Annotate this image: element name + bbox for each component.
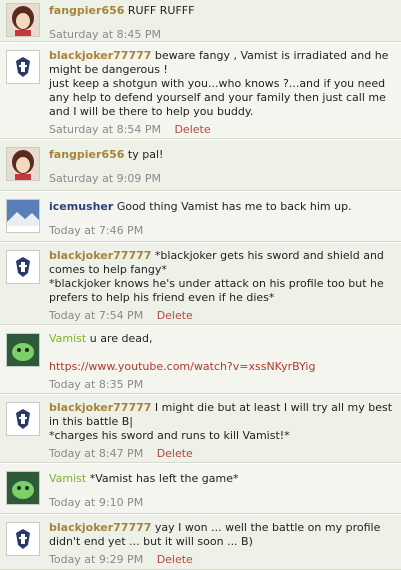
avatar[interactable] bbox=[6, 50, 40, 84]
post-meta: Today at 9:10 PM bbox=[49, 496, 395, 510]
delete-post-link[interactable]: Delete bbox=[157, 309, 193, 322]
youtube-link[interactable]: https://www.youtube.com/watch?v=xssNKyrB… bbox=[49, 360, 315, 373]
post-content: blackjoker77777 I might die but at least… bbox=[49, 401, 395, 461]
post-author[interactable]: Vamist bbox=[49, 472, 86, 485]
profile-post: icemusher Good thing Vamist has me to ba… bbox=[0, 192, 401, 242]
post-timestamp[interactable]: Today at 8:47 PM bbox=[49, 447, 143, 460]
avatar[interactable] bbox=[6, 402, 40, 436]
post-content: blackjoker77777 *blackjoker gets his swo… bbox=[49, 249, 395, 323]
post-message: just keep a shotgun with you...who knows… bbox=[49, 77, 386, 118]
crest-avatar-icon bbox=[7, 403, 39, 435]
profile-post: Vamist u are dead, https://www.youtube.c… bbox=[0, 326, 401, 394]
green-creature-avatar-icon bbox=[7, 472, 39, 504]
anime-girl-avatar-icon bbox=[7, 148, 39, 180]
profile-post: fangpier656 RUFF RUFFF Saturday at 8:45 … bbox=[0, 0, 401, 42]
crest-avatar-icon bbox=[7, 523, 39, 555]
post-author[interactable]: fangpier656 bbox=[49, 148, 124, 161]
post-message: *blackjoker knows he's under attack on h… bbox=[49, 277, 384, 304]
green-creature-avatar-icon bbox=[7, 334, 39, 366]
post-content: blackjoker77777 yay I won ... well the b… bbox=[49, 521, 395, 567]
snow-landscape-avatar-icon bbox=[7, 200, 39, 232]
post-meta: Today at 7:54 PM Delete bbox=[49, 309, 395, 323]
post-timestamp[interactable]: Today at 7:54 PM bbox=[49, 309, 143, 322]
avatar[interactable] bbox=[6, 471, 40, 505]
crest-avatar-icon bbox=[7, 51, 39, 83]
delete-post-link[interactable]: Delete bbox=[157, 553, 193, 566]
post-timestamp[interactable]: Saturday at 8:45 PM bbox=[49, 28, 161, 41]
post-meta: Today at 9:29 PM Delete bbox=[49, 553, 395, 567]
post-message: Good thing Vamist has me to back him up. bbox=[116, 200, 352, 213]
profile-post: fangpier656 ty pal! Saturday at 9:09 PM bbox=[0, 140, 401, 191]
post-timestamp[interactable]: Saturday at 9:09 PM bbox=[49, 172, 161, 185]
post-author[interactable]: blackjoker77777 bbox=[49, 521, 151, 534]
post-timestamp[interactable]: Today at 9:29 PM bbox=[49, 553, 143, 566]
post-content: fangpier656 RUFF RUFFF Saturday at 8:45 … bbox=[49, 4, 395, 42]
avatar[interactable] bbox=[6, 250, 40, 284]
post-timestamp[interactable]: Today at 8:35 PM bbox=[49, 378, 143, 391]
delete-post-link[interactable]: Delete bbox=[157, 447, 193, 460]
post-author[interactable]: fangpier656 bbox=[49, 4, 124, 17]
delete-post-link[interactable]: Delete bbox=[174, 123, 210, 136]
post-content: blackjoker77777 beware fangy , Vamist is… bbox=[49, 49, 395, 137]
avatar[interactable] bbox=[6, 199, 40, 233]
avatar[interactable] bbox=[6, 333, 40, 367]
post-author[interactable]: blackjoker77777 bbox=[49, 49, 151, 62]
post-message: *charges his sword and runs to kill Vami… bbox=[49, 429, 290, 442]
post-meta: Saturday at 8:54 PM Delete bbox=[49, 123, 395, 137]
post-message: u are dead, bbox=[89, 332, 153, 345]
profile-post: blackjoker77777 beware fangy , Vamist is… bbox=[0, 43, 401, 139]
avatar[interactable] bbox=[6, 3, 40, 37]
post-message: RUFF RUFFF bbox=[127, 4, 195, 17]
post-timestamp[interactable]: Saturday at 8:54 PM bbox=[49, 123, 161, 136]
crest-avatar-icon bbox=[7, 251, 39, 283]
post-author[interactable]: Vamist bbox=[49, 332, 86, 345]
post-meta: Saturday at 8:45 PM bbox=[49, 28, 395, 42]
post-message: ty pal! bbox=[127, 148, 164, 161]
profile-post: blackjoker77777 yay I won ... well the b… bbox=[0, 515, 401, 570]
post-author[interactable]: icemusher bbox=[49, 200, 113, 213]
post-meta: Saturday at 9:09 PM bbox=[49, 172, 395, 186]
profile-post-feed: fangpier656 RUFF RUFFF Saturday at 8:45 … bbox=[0, 0, 401, 570]
post-message: *Vamist has left the game* bbox=[89, 472, 239, 485]
post-content: fangpier656 ty pal! Saturday at 9:09 PM bbox=[49, 148, 395, 186]
anime-girl-avatar-icon bbox=[7, 4, 39, 36]
profile-post: blackjoker77777 *blackjoker gets his swo… bbox=[0, 243, 401, 325]
post-content: icemusher Good thing Vamist has me to ba… bbox=[49, 200, 395, 238]
post-author[interactable]: blackjoker77777 bbox=[49, 249, 151, 262]
post-timestamp[interactable]: Today at 7:46 PM bbox=[49, 224, 143, 237]
post-content: Vamist u are dead, https://www.youtube.c… bbox=[49, 332, 395, 392]
avatar[interactable] bbox=[6, 522, 40, 556]
profile-post: Vamist *Vamist has left the game* Today … bbox=[0, 464, 401, 514]
profile-post: blackjoker77777 I might die but at least… bbox=[0, 395, 401, 463]
post-timestamp[interactable]: Today at 9:10 PM bbox=[49, 496, 143, 509]
post-content: Vamist *Vamist has left the game* Today … bbox=[49, 472, 395, 510]
avatar[interactable] bbox=[6, 147, 40, 181]
post-meta: Today at 7:46 PM bbox=[49, 224, 395, 238]
post-meta: Today at 8:35 PM bbox=[49, 378, 395, 392]
post-meta: Today at 8:47 PM Delete bbox=[49, 447, 395, 461]
post-author[interactable]: blackjoker77777 bbox=[49, 401, 151, 414]
